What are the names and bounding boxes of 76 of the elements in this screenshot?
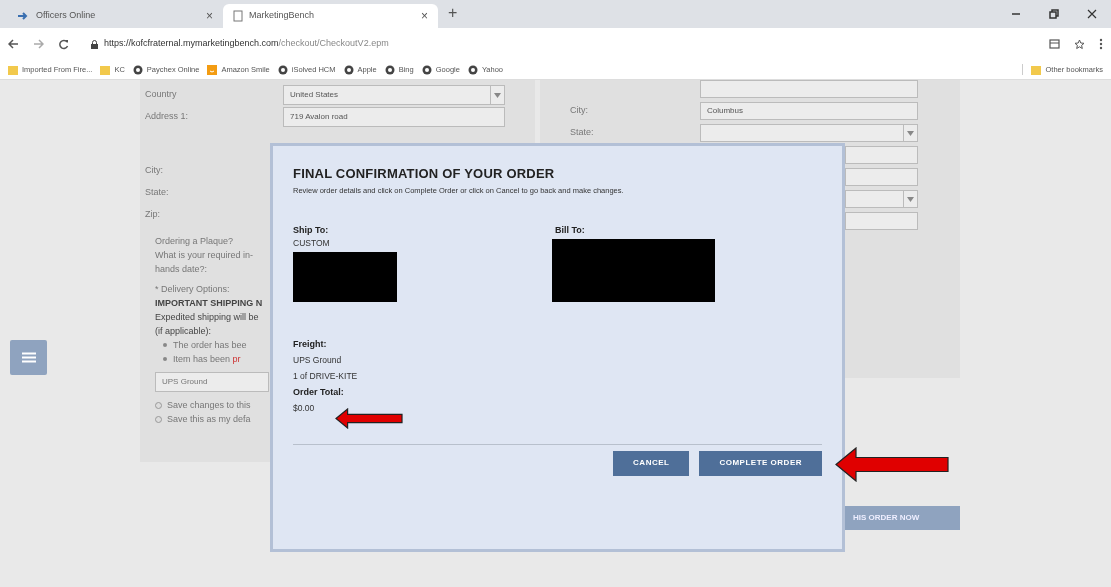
field-label: State: bbox=[145, 186, 170, 200]
select-field[interactable] bbox=[845, 190, 918, 208]
folder-icon bbox=[8, 64, 18, 75]
back-icon[interactable] bbox=[8, 39, 19, 49]
form-text: IMPORTANT SHIPPING N bbox=[154, 297, 263, 310]
field-label: Zip: bbox=[145, 208, 161, 222]
globe-icon bbox=[421, 64, 432, 75]
folder-icon bbox=[1031, 64, 1042, 75]
input-field[interactable] bbox=[845, 146, 918, 164]
complete-order-button[interactable]: COMPLETE ORDER bbox=[699, 450, 822, 476]
input-field[interactable]: Columbus bbox=[700, 102, 918, 120]
globe-icon bbox=[132, 64, 143, 75]
globe-icon bbox=[467, 64, 478, 75]
form-text: Ordering a Plaque? bbox=[154, 235, 234, 248]
select-field[interactable]: UPS Ground bbox=[155, 372, 269, 392]
menu-icon[interactable] bbox=[1099, 38, 1103, 50]
select-field[interactable] bbox=[700, 124, 918, 142]
ship-to-label: Ship To: bbox=[293, 223, 330, 237]
option-label: Save this as my defa bbox=[167, 413, 251, 426]
bill-to-label: Bill To: bbox=[555, 223, 586, 237]
bullet-icon bbox=[163, 343, 167, 347]
url-text: https://kofcfraternal.mymarketingbench.com/checkout/CheckoutV2.epm bbox=[104, 37, 389, 51]
input-field[interactable] bbox=[700, 80, 918, 98]
tab-close-button[interactable]: × bbox=[421, 7, 428, 25]
bullet-text: Item has been pr bbox=[173, 353, 241, 366]
close-icon[interactable] bbox=[1087, 9, 1097, 19]
caret-icon bbox=[494, 92, 501, 98]
freight-label: Freight: bbox=[293, 337, 328, 351]
tab-close-button[interactable]: × bbox=[206, 7, 213, 25]
form-text: * Delivery Options: bbox=[154, 283, 230, 296]
forward-icon[interactable] bbox=[33, 39, 44, 49]
modal-title: FINAL CONFIRMATION OF YOUR ORDER bbox=[293, 166, 556, 182]
field-label: Country bbox=[145, 88, 178, 102]
bullet-icon bbox=[163, 357, 167, 361]
form-text: (if applicable): bbox=[154, 325, 212, 338]
field-label: State: bbox=[570, 126, 595, 140]
tab-title: MarketingBench bbox=[249, 9, 315, 23]
globe-icon bbox=[277, 64, 288, 75]
form-text: Expedited shipping will be bbox=[154, 311, 259, 324]
cancel-button[interactable]: CANCEL bbox=[613, 450, 690, 476]
freight-line: UPS Ground bbox=[293, 353, 343, 367]
input-field[interactable] bbox=[845, 212, 918, 230]
input-field[interactable]: 719 Avalon road bbox=[283, 107, 505, 127]
caret-icon bbox=[907, 130, 914, 136]
annotation-arrow bbox=[335, 408, 403, 429]
caret-icon bbox=[907, 196, 914, 202]
freight-line: 1 of DRIVE-KITE bbox=[293, 369, 359, 383]
field-label: City: bbox=[145, 164, 164, 178]
field-label: Address 1: bbox=[145, 110, 190, 124]
new-tab-button[interactable]: + bbox=[438, 1, 468, 28]
bullet-text: The order has bee bbox=[173, 339, 247, 352]
globe-icon bbox=[384, 64, 395, 75]
menu-button[interactable] bbox=[10, 340, 47, 375]
card-icon[interactable] bbox=[1049, 39, 1060, 49]
order-total-value: $0.00 bbox=[293, 401, 315, 415]
input-field[interactable] bbox=[845, 168, 918, 186]
address-line: CUSTOM bbox=[293, 236, 331, 250]
lock-icon bbox=[91, 39, 98, 49]
tab-title: Officers Online bbox=[36, 9, 96, 23]
restore-icon[interactable] bbox=[1049, 9, 1059, 19]
order-total-label: Order Total: bbox=[293, 385, 345, 399]
star-icon[interactable] bbox=[1074, 38, 1085, 50]
globe-icon bbox=[343, 64, 354, 75]
menu-icon bbox=[21, 352, 36, 363]
shop-icon bbox=[207, 64, 218, 75]
field-label: City: bbox=[570, 104, 589, 118]
select-field[interactable]: United States bbox=[283, 85, 505, 105]
browser-tab[interactable]: Officers Online × bbox=[8, 4, 223, 28]
form-text: hands date?: bbox=[154, 263, 208, 276]
page-icon bbox=[18, 11, 30, 21]
folder-icon bbox=[100, 64, 111, 75]
page-icon bbox=[233, 10, 243, 22]
option-label: Save changes to this bbox=[167, 399, 251, 412]
browser-tab[interactable]: MarketingBench × bbox=[223, 4, 438, 28]
reload-icon[interactable] bbox=[58, 38, 69, 50]
form-text: What is your required in- bbox=[154, 249, 254, 262]
